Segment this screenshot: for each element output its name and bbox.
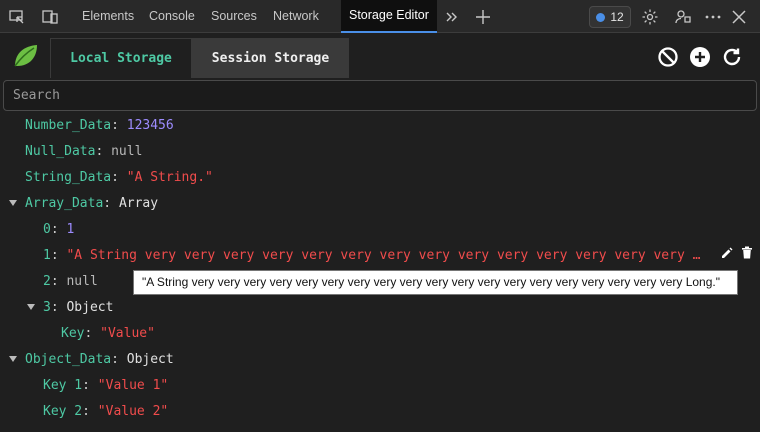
item-key: String_Data [25,170,112,185]
item-value: "Value 1" [97,378,169,393]
item-key: 1 [43,248,51,263]
tab-console[interactable]: Console [149,0,195,33]
settings-gear-icon[interactable] [641,8,659,26]
item-key: 0 [43,222,51,237]
item-key: Object_Data [25,352,112,367]
expand-arrow-icon[interactable] [9,199,17,206]
expand-arrow-icon[interactable] [9,355,17,362]
tab-elements[interactable]: Elements [82,0,134,33]
item-type: Object [66,300,114,315]
issues-icon [596,12,606,22]
tree-row-object-key-2[interactable]: Key 2: "Value 2" [43,399,168,425]
issues-count: 12 [610,10,624,24]
add-item-icon[interactable] [689,46,711,68]
item-value: "Value 2" [97,404,169,419]
close-icon[interactable] [730,8,748,26]
add-tab-icon[interactable] [474,8,492,26]
item-value: 1 [66,222,75,237]
tab-network[interactable]: Network [273,0,319,33]
search-input[interactable] [3,80,757,111]
item-value: null [66,274,98,289]
item-key: Key [61,326,85,341]
item-key: Key 2 [43,404,83,419]
tree-row-object-key-1[interactable]: Key 1: "Value 1" [43,373,168,399]
tab-sources[interactable]: Sources [211,0,257,33]
item-key: Null_Data [25,144,96,159]
tab-storage-editor[interactable]: Storage Editor [341,0,437,33]
item-key: Number_Data [25,118,112,133]
devtools-toolbar: Elements Console Sources Network Storage… [0,0,760,33]
edit-pencil-icon[interactable] [721,243,733,269]
delete-trash-icon[interactable] [741,243,753,269]
item-type: Object [126,352,174,367]
item-key: Array_Data [25,196,104,211]
tree-row-null-data[interactable]: Null_Data: null [25,139,142,165]
item-key: Key 1 [43,378,83,393]
item-value: "A String very very very very very very … [66,248,706,263]
device-emulation-icon[interactable] [41,8,59,26]
value-tooltip: "A String very very very very very very … [133,270,738,295]
clear-all-icon[interactable] [657,46,679,68]
refresh-icon[interactable] [721,46,743,68]
tree-row-object-data[interactable]: Object_Data: Object [9,347,174,373]
tab-local-storage[interactable]: Local Storage [50,38,192,78]
tab-session-storage[interactable]: Session Storage [192,38,349,78]
item-type: Array [118,196,159,211]
item-value: null [111,144,143,159]
row-actions [721,243,753,269]
item-value: "Value" [100,326,155,341]
tree-row-string-data[interactable]: String_Data: "A String." [25,165,213,191]
tree-row-array-item-3[interactable]: 3: Object [27,295,113,321]
leaf-logo-icon [10,41,40,71]
inspect-element-icon[interactable] [8,8,26,26]
tree-row-array-item-2[interactable]: 2: null [43,269,98,295]
item-value: "A String." [126,170,213,185]
tree-row-object-key[interactable]: Key: "Value" [61,321,155,347]
item-value: 123456 [126,118,174,133]
expand-arrow-icon[interactable] [27,303,35,310]
tree-row-number-data[interactable]: Number_Data: 123456 [25,113,174,139]
tree-row-array-item-1[interactable]: 1: "A String very very very very very ve… [43,243,760,269]
storage-editor-header: Local Storage Session Storage [0,33,760,79]
item-key: 2 [43,274,51,289]
tree-row-array-data[interactable]: Array_Data: Array [9,191,158,217]
tree-row-array-item-0[interactable]: 0: 1 [43,217,74,243]
more-options-icon[interactable] [704,8,722,26]
more-tabs-icon[interactable] [443,8,461,26]
issues-badge[interactable]: 12 [589,6,631,28]
item-key: 3 [43,300,51,315]
customize-icon[interactable] [674,8,692,26]
